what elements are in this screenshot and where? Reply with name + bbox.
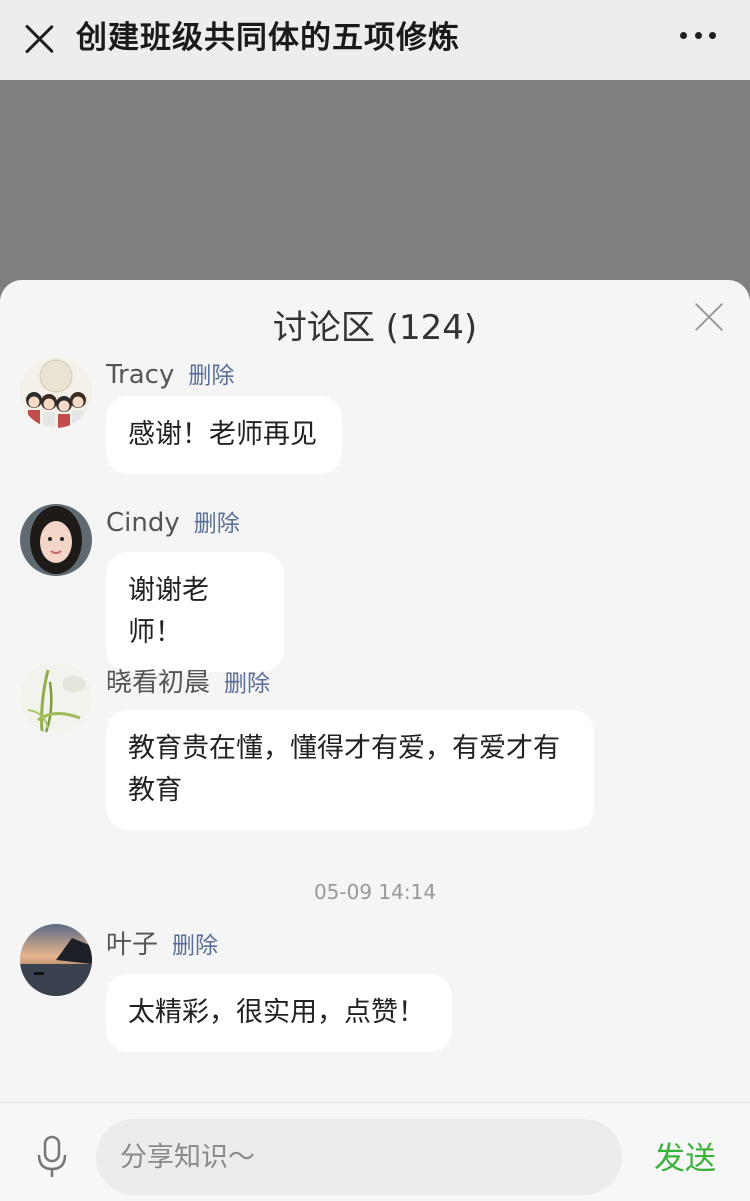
comment-bubble: 太精彩，很实用，点赞！ [106,974,452,1052]
comment-bubble: 教育贵在懂，懂得才有爱，有爱才有 教育 [106,710,594,830]
comment-input[interactable] [96,1119,622,1195]
comment-header: 晓看初晨 删除 [106,662,270,699]
timestamp: 05-09 14:14 [313,880,437,904]
comment-text-line: 教育贵在懂，懂得才有爱，有爱才有 [128,733,560,764]
discussion-title: 讨论区 (124) [272,308,478,348]
delete-link[interactable]: 删除 [194,504,240,538]
comment-author: Tracy [106,360,175,390]
comment-author: Cindy [106,508,180,538]
comment-header: Tracy 删除 [106,358,234,390]
microphone-icon[interactable] [36,1135,68,1179]
comment-list[interactable]: Tracy 删除 感谢！老师再见 Cindy 删除 谢谢老师！ 晓看初晨 删除 … [0,358,750,1098]
delete-link[interactable]: 删除 [172,926,218,960]
close-icon[interactable] [22,22,56,56]
more-options-icon[interactable] [680,32,716,40]
dimmed-content-overlay[interactable] [0,80,750,300]
comment-bubble: 谢谢老师！ [106,552,284,672]
avatar[interactable] [20,358,92,428]
close-icon[interactable] [694,302,724,332]
comment-text-line: 教育 [128,775,182,806]
comment-header: 叶子 删除 [106,924,218,961]
delete-link[interactable]: 删除 [224,664,270,698]
comment-header: Cindy 删除 [106,504,240,538]
delete-link[interactable]: 删除 [188,358,234,390]
comment-author: 晓看初晨 [106,668,211,698]
top-navigation-bar: 创建班级共同体的五项修炼 [0,0,750,80]
avatar[interactable] [20,662,92,734]
comment-input-bar: 发送 [0,1102,750,1201]
discussion-panel: 讨论区 (124) Tracy 删除 感谢！老师再见 Cindy 删除 谢谢老师… [0,280,750,1200]
page-title: 创建班级共同体的五项修炼 [76,20,460,56]
send-button[interactable]: 发送 [654,1133,716,1178]
avatar[interactable] [20,504,92,576]
comment-bubble: 感谢！老师再见 [106,396,342,474]
comment-author: 叶子 [106,930,159,960]
avatar[interactable] [20,924,92,996]
